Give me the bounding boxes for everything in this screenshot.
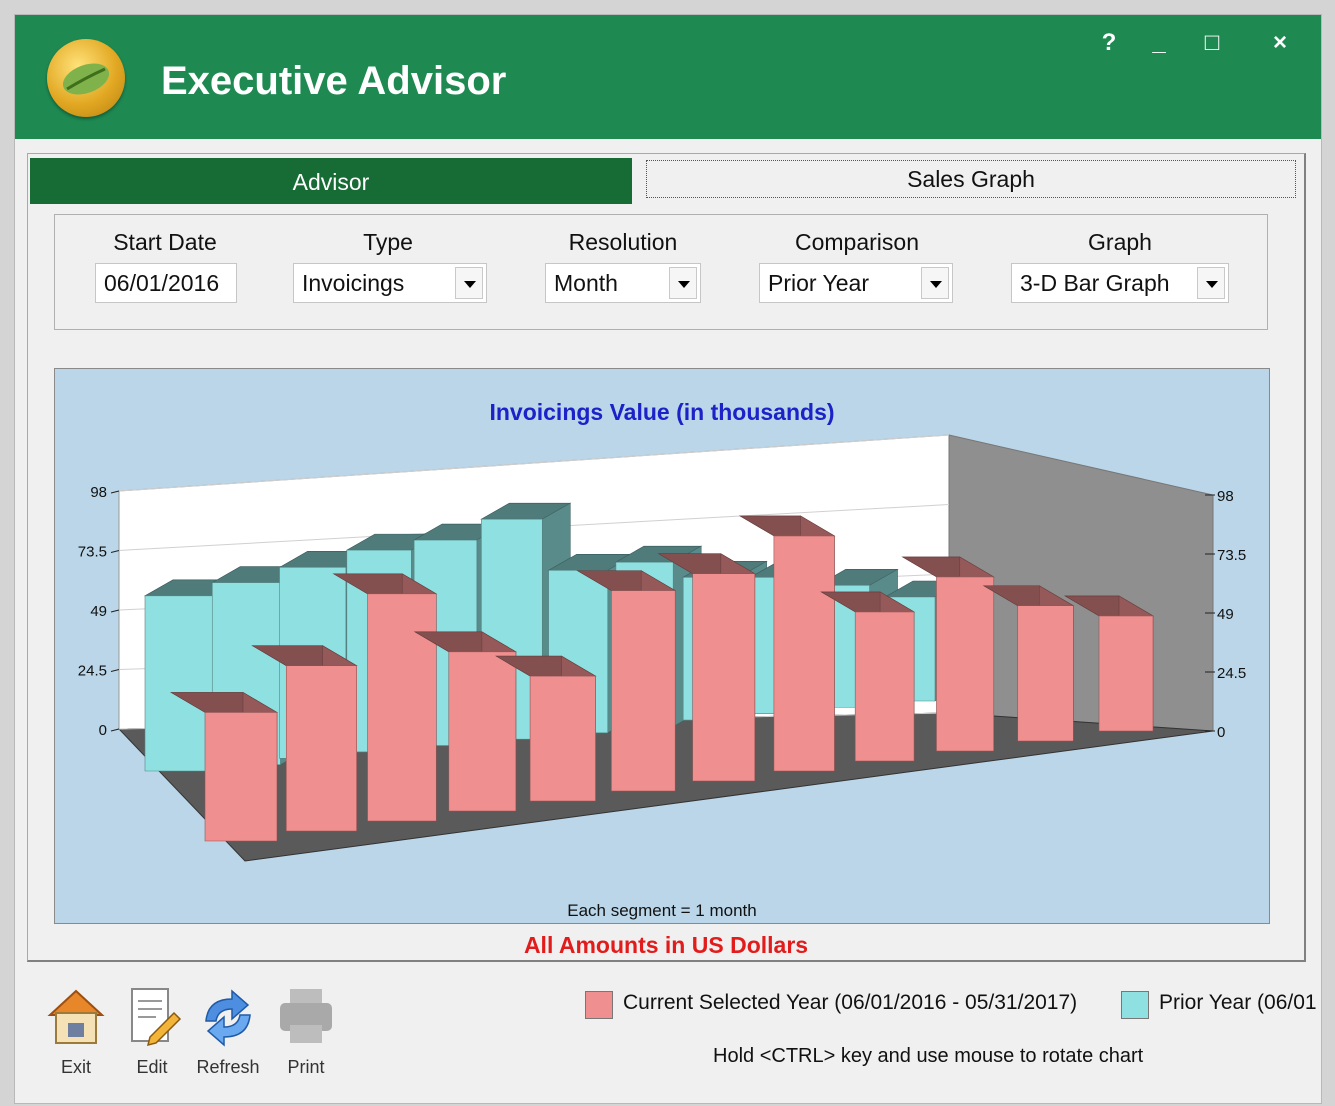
- printer-icon: [274, 985, 338, 1049]
- y-tick-label-right: 73.5: [1217, 547, 1246, 564]
- resolution-value: Month: [554, 270, 618, 296]
- tick-mark-left: [110, 609, 120, 613]
- bar-current-year: [611, 590, 676, 792]
- bar-current-year: [529, 675, 596, 802]
- refresh-button[interactable]: Refresh: [193, 985, 263, 1078]
- print-label: Print: [287, 1057, 325, 1077]
- refresh-label: Refresh: [196, 1057, 260, 1077]
- print-button[interactable]: Print: [271, 985, 341, 1078]
- y-tick-label-right: 98: [1217, 488, 1234, 505]
- type-value: Invoicings: [302, 270, 405, 296]
- main-panel: Advisor Sales Graph Start Date 06/01/201…: [27, 153, 1306, 962]
- y-tick-label-left: 73.5: [78, 544, 107, 561]
- y-tick-label-right: 24.5: [1217, 665, 1246, 682]
- amounts-note: All Amounts in US Dollars: [523, 932, 809, 958]
- tab-sales-graph[interactable]: Sales Graph: [646, 160, 1296, 198]
- bar-current-year: [692, 573, 756, 782]
- y-tick-label-left: 24.5: [78, 663, 107, 680]
- graph-select[interactable]: 3-D Bar Graph: [1011, 263, 1229, 303]
- legend-swatch-prior-year: [1121, 991, 1149, 1019]
- help-button[interactable]: ?: [1092, 29, 1126, 57]
- invoicings-3d-bar-chart[interactable]: 0 0 24.5 24.5 49 49 73.5 73.5 98 98: [55, 369, 1269, 923]
- graph-label: Graph: [1088, 229, 1152, 255]
- chart-area[interactable]: Invoicings Value (in thousands) 0 0 24.5 24…: [54, 368, 1270, 924]
- title-bar: Executive Advisor ? _ □ ×: [15, 15, 1321, 139]
- exit-button[interactable]: Exit: [41, 985, 111, 1078]
- chevron-down-icon[interactable]: [921, 267, 949, 299]
- tick-mark-left: [110, 669, 120, 672]
- maximize-button[interactable]: □: [1195, 29, 1229, 57]
- type-label: Type: [363, 229, 413, 255]
- bar-current-year: [773, 535, 835, 772]
- y-tick-label-right: 49: [1217, 606, 1234, 623]
- comparison-select[interactable]: Prior Year: [759, 263, 953, 303]
- start-date-label: Start Date: [113, 229, 217, 255]
- leaf-logo-icon: [47, 39, 125, 117]
- y-tick-label-left: 0: [99, 722, 107, 739]
- tick-mark-left: [110, 490, 120, 494]
- graph-value: 3-D Bar Graph: [1020, 270, 1170, 296]
- y-tick-label-right: 0: [1217, 724, 1225, 741]
- edit-button[interactable]: Edit: [117, 985, 187, 1078]
- chevron-down-icon[interactable]: [455, 267, 483, 299]
- tab-advisor[interactable]: Advisor: [30, 158, 632, 204]
- segment-label: Each segment = 1 month: [567, 901, 757, 920]
- chevron-down-icon[interactable]: [1197, 267, 1225, 299]
- close-button[interactable]: ×: [1263, 29, 1297, 57]
- bar-current-year: [936, 576, 995, 752]
- tick-mark-left: [110, 550, 120, 553]
- bar-prior-year: [144, 595, 216, 772]
- edit-document-icon: [120, 985, 184, 1049]
- start-date-field[interactable]: 06/01/2016: [95, 263, 237, 303]
- bar-current-year: [448, 651, 517, 812]
- edit-label: Edit: [136, 1057, 168, 1077]
- type-select[interactable]: Invoicings: [293, 263, 487, 303]
- bar-current-year: [1017, 605, 1074, 742]
- app-title: Executive Advisor: [161, 59, 507, 103]
- filter-bar: Start Date 06/01/2016 Type Invoicings Re…: [54, 214, 1268, 330]
- bar-current-year: [367, 593, 437, 822]
- refresh-icon: [196, 985, 260, 1049]
- chevron-down-icon[interactable]: [669, 267, 697, 299]
- tick-mark-left: [110, 728, 120, 732]
- bar-current-year: [854, 611, 915, 762]
- rotate-hint: Hold <CTRL> key and use mouse to rotate …: [713, 1045, 1144, 1067]
- home-icon: [44, 985, 108, 1049]
- resolution-label: Resolution: [568, 229, 678, 255]
- app-window: Executive Advisor ? _ □ × Advisor Sales …: [14, 14, 1322, 1104]
- bar-current-year: [1098, 615, 1154, 732]
- legend-current-year: Current Selected Year (06/01/2016 - 05/3…: [623, 991, 1078, 1014]
- resolution-select[interactable]: Month: [545, 263, 701, 303]
- legend-swatch-current-year: [585, 991, 613, 1019]
- comparison-label: Comparison: [795, 229, 919, 255]
- bar-current-year: [204, 712, 278, 842]
- comparison-value: Prior Year: [768, 270, 870, 296]
- bar-current-year: [285, 665, 357, 832]
- minimize-button[interactable]: _: [1142, 29, 1176, 57]
- exit-label: Exit: [60, 1057, 91, 1077]
- y-tick-label-left: 49: [90, 603, 107, 620]
- legend-prior-year: Prior Year (06/01: [1159, 991, 1317, 1014]
- y-tick-label-left: 98: [90, 484, 107, 501]
